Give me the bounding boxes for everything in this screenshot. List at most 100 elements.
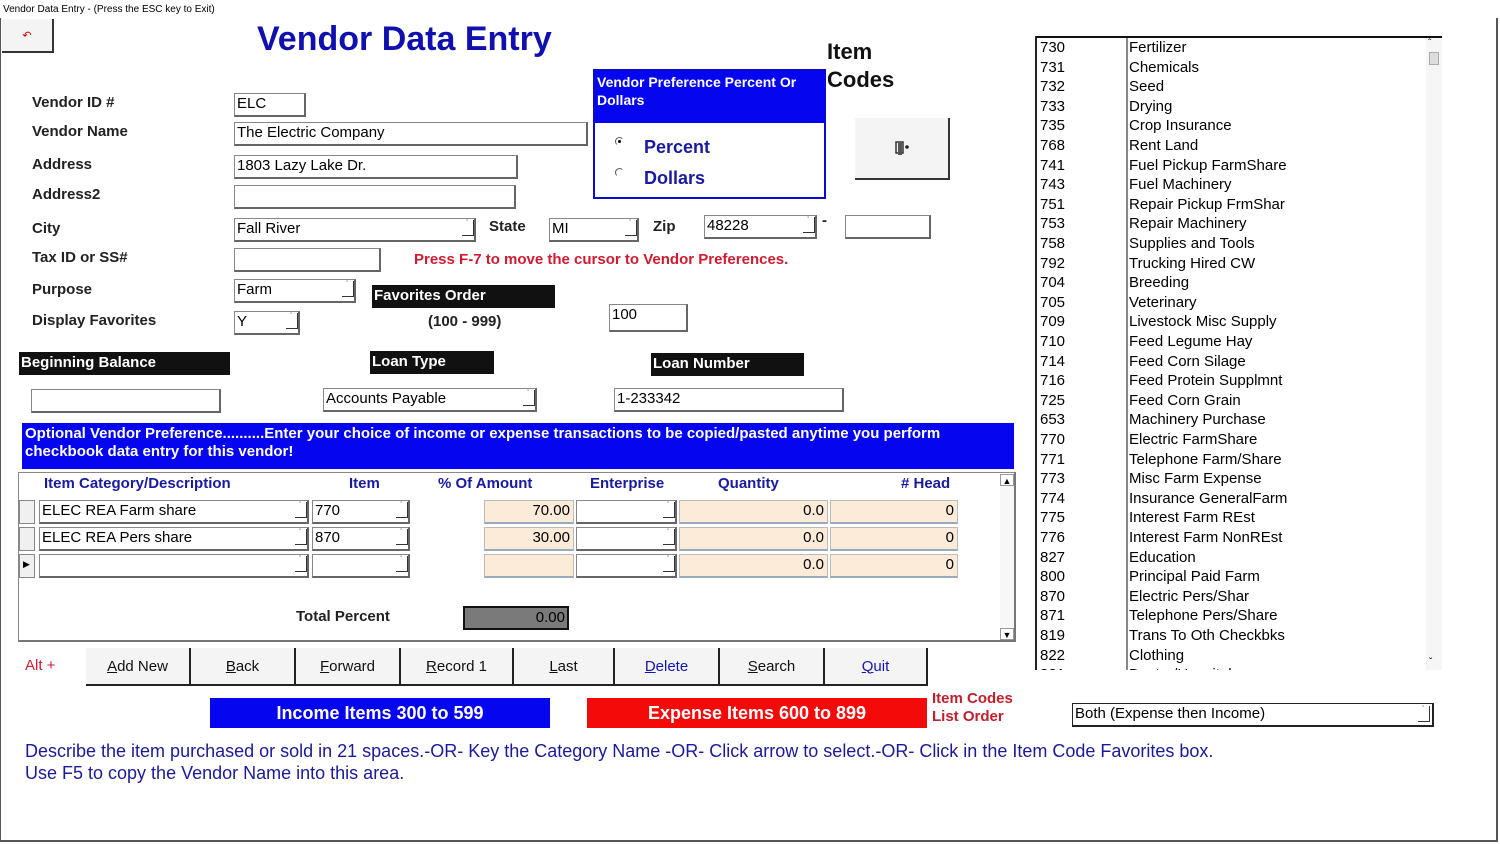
grid-description-value[interactable]: ELEC REA Pers share	[39, 527, 309, 551]
list-item[interactable]: 776 Interest Farm NonREst	[1037, 528, 1427, 548]
dropdown-arrow-icon[interactable]: ˙	[396, 502, 408, 518]
list-order-combo[interactable]: Both (Expense then Income) ˙	[1072, 703, 1434, 727]
list-item[interactable]: 716 Feed Protein Supplmnt	[1037, 371, 1427, 391]
grid-head-input[interactable]: 0	[830, 527, 958, 551]
list-order-value[interactable]: Both (Expense then Income)	[1075, 705, 1265, 722]
list-item[interactable]: 730 Fertilizer	[1037, 38, 1427, 58]
tax-id-input[interactable]	[234, 248, 381, 272]
dropdown-arrow-icon[interactable]: ˙	[803, 217, 815, 233]
grid-quantity-input[interactable]: 0.0	[679, 500, 828, 524]
grid-percent-input[interactable]: 30.00	[484, 527, 574, 551]
state-combo[interactable]: MI ˙	[549, 218, 639, 242]
scroll-thumb[interactable]	[1429, 52, 1439, 65]
list-item[interactable]: 870 Electric Pers/Shar	[1037, 587, 1427, 607]
scroll-up-icon[interactable]: ˆ	[1428, 38, 1431, 49]
loan-number-input[interactable]: 1-233342	[614, 388, 844, 412]
grid-description-combo[interactable]: ELEC REA Pers share ˙	[39, 527, 309, 551]
city-value[interactable]: Fall River	[234, 218, 476, 242]
vendor-id-input[interactable]: ELC	[234, 93, 306, 117]
list-item[interactable]: 731 Chemicals	[1037, 58, 1427, 78]
grid-enterprise-combo[interactable]: ˙	[576, 554, 677, 578]
list-item[interactable]: 775 Interest Farm REst	[1037, 508, 1427, 528]
grid-enterprise-value[interactable]	[576, 527, 677, 551]
grid-enterprise-value[interactable]	[576, 500, 677, 524]
row-selector[interactable]	[19, 500, 35, 524]
purpose-combo[interactable]: Farm ˙	[234, 279, 356, 303]
list-item[interactable]: 800 Principal Paid Farm	[1037, 567, 1427, 587]
row-selector[interactable]	[19, 527, 35, 551]
list-item[interactable]: 710 Feed Legume Hay	[1037, 332, 1427, 352]
dropdown-arrow-icon[interactable]: ˙	[342, 281, 354, 297]
list-item[interactable]: 725 Feed Corn Grain	[1037, 391, 1427, 411]
list-item[interactable]: 821 Doctor/Hospital	[1037, 665, 1427, 670]
dropdown-arrow-icon[interactable]: ˙	[663, 529, 675, 545]
list-item[interactable]: 827 Education	[1037, 548, 1427, 568]
list-item[interactable]: 774 Insurance GeneralFarm	[1037, 489, 1427, 509]
list-item[interactable]: 792 Trucking Hired CW	[1037, 254, 1427, 274]
list-item[interactable]: 653 Machinery Purchase	[1037, 410, 1427, 430]
list-item[interactable]: 768 Rent Land	[1037, 136, 1427, 156]
undo-button[interactable]: ↶	[2, 19, 54, 53]
list-item[interactable]: 735 Crop Insurance	[1037, 116, 1427, 136]
grid-description-combo[interactable]: ELEC REA Farm share ˙	[39, 500, 309, 524]
list-item[interactable]: 751 Repair Pickup FrmShar	[1037, 195, 1427, 215]
dropdown-arrow-icon[interactable]: ˙	[396, 529, 408, 545]
dropdown-arrow-icon[interactable]: ˙	[295, 529, 307, 545]
purpose-value[interactable]: Farm	[234, 279, 356, 303]
grid-scrollbar[interactable]: ▲ ▼	[1000, 474, 1014, 640]
list-item[interactable]: 871 Telephone Pers/Share	[1037, 606, 1427, 626]
list-item[interactable]: 758 Supplies and Tools	[1037, 234, 1427, 254]
grid-description-value[interactable]	[39, 554, 309, 578]
dropdown-arrow-icon[interactable]: ˙	[462, 220, 474, 236]
address-input[interactable]: 1803 Lazy Lake Dr.	[234, 155, 518, 179]
favorites-order-input[interactable]: 100	[609, 304, 688, 332]
grid-item-combo[interactable]: 770 ˙	[312, 500, 410, 524]
zip-value[interactable]: 48228	[704, 215, 817, 239]
list-item[interactable]: 771 Telephone Farm/Share	[1037, 450, 1427, 470]
dropdown-arrow-icon[interactable]: ˙	[295, 556, 307, 572]
back-button[interactable]: Back	[191, 648, 296, 686]
grid-percent-input[interactable]	[484, 554, 574, 578]
grid-enterprise-combo[interactable]: ˙	[576, 527, 677, 551]
radio-dollars[interactable]: Dollars	[615, 168, 705, 189]
vendor-name-input[interactable]: The Electric Company	[234, 122, 588, 146]
dropdown-arrow-icon[interactable]: ˙	[625, 220, 637, 236]
search-button[interactable]: Search	[720, 648, 825, 686]
display-favorites-combo[interactable]: Y ˙	[234, 311, 300, 335]
scroll-down-icon[interactable]: ˇ	[1429, 657, 1432, 668]
grid-enterprise-combo[interactable]: ˙	[576, 500, 677, 524]
record-1-button[interactable]: Record 1	[401, 648, 514, 686]
dropdown-arrow-icon[interactable]: ˙	[286, 313, 298, 329]
add-new-button[interactable]: Add New	[86, 648, 191, 686]
forward-button[interactable]: Forward	[296, 648, 401, 686]
list-item[interactable]: 704 Breeding	[1037, 273, 1427, 293]
list-item[interactable]: 732 Seed	[1037, 77, 1427, 97]
dropdown-arrow-icon[interactable]: ˙	[663, 556, 675, 572]
dropdown-arrow-icon[interactable]: ˙	[1418, 706, 1430, 722]
city-combo[interactable]: Fall River ˙	[234, 218, 476, 242]
last-button[interactable]: Last	[514, 648, 615, 686]
grid-description-combo[interactable]: ˙	[39, 554, 309, 578]
scroll-up-icon[interactable]: ▲	[1000, 474, 1014, 486]
grid-item-combo[interactable]: 870 ˙	[312, 527, 410, 551]
beginning-balance-input[interactable]	[31, 389, 221, 413]
zip-combo[interactable]: 48228 ˙	[704, 215, 817, 239]
grid-quantity-input[interactable]: 0.0	[679, 527, 828, 551]
item-codes-button[interactable]	[855, 118, 950, 180]
item-code-list[interactable]: 730 Fertilizer 731 Chemicals 732 Seed 733 Dryin…	[1035, 36, 1442, 670]
radio-unselected-icon[interactable]	[615, 168, 624, 177]
dropdown-arrow-icon[interactable]: ˙	[295, 502, 307, 518]
scroll-down-icon[interactable]: ▼	[1000, 628, 1014, 640]
grid-enterprise-value[interactable]	[576, 554, 677, 578]
list-item[interactable]: 822 Clothing	[1037, 646, 1427, 666]
dropdown-arrow-icon[interactable]: ˙	[396, 556, 408, 572]
address2-input[interactable]	[234, 185, 516, 209]
list-item[interactable]: 709 Livestock Misc Supply	[1037, 312, 1427, 332]
zip-ext-input[interactable]	[845, 215, 931, 239]
loan-type-combo[interactable]: Accounts Payable ˙	[323, 388, 537, 412]
grid-item-combo[interactable]: ˙	[312, 554, 410, 578]
list-item[interactable]: 741 Fuel Pickup FarmShare	[1037, 156, 1427, 176]
dropdown-arrow-icon[interactable]: ˙	[663, 502, 675, 518]
list-scrollbar[interactable]: ˆ ˇ	[1426, 38, 1442, 670]
delete-button[interactable]: Delete	[615, 648, 720, 686]
